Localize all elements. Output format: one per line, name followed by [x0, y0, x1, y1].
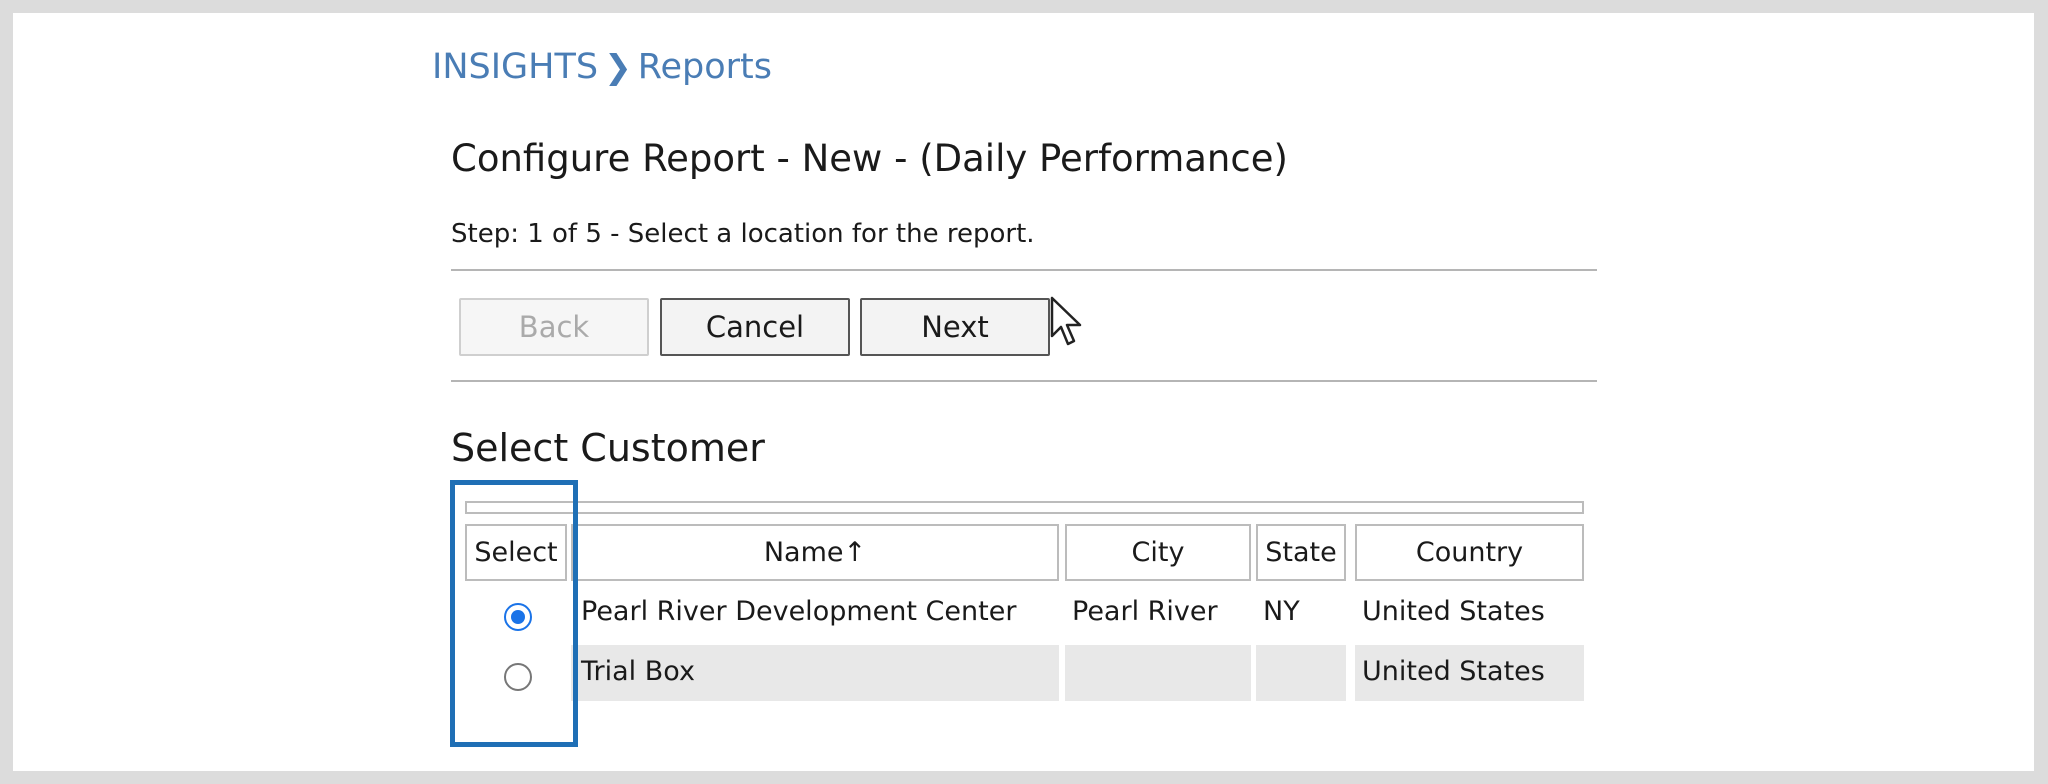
column-header-name[interactable]: Name↑: [571, 524, 1059, 581]
table-toolbar-strip: [465, 501, 1584, 514]
column-header-country[interactable]: Country: [1355, 524, 1584, 581]
divider-top: [451, 269, 1597, 271]
column-header-state[interactable]: State: [1256, 524, 1346, 581]
table-cell-country: United States: [1362, 596, 1545, 627]
table-cell-name: Trial Box: [581, 656, 695, 687]
back-button[interactable]: Back: [459, 298, 649, 356]
select-column-highlight: [450, 480, 578, 747]
chevron-right-icon: ❯: [604, 47, 632, 86]
table-row-cell-bg: [1065, 645, 1251, 701]
table-row-cell-bg: [1256, 645, 1346, 701]
column-header-city[interactable]: City: [1065, 524, 1251, 581]
step-indicator: Step: 1 of 5 - Select a location for the…: [451, 219, 1035, 249]
page-title: Configure Report - New - (Daily Performa…: [451, 137, 1288, 180]
section-title: Select Customer: [451, 426, 765, 470]
table-cell-name: Pearl River Development Center: [581, 596, 1017, 627]
breadcrumb: INSIGHTS ❯ Reports: [432, 47, 772, 87]
divider-bottom: [451, 380, 1597, 382]
breadcrumb-insights-link[interactable]: INSIGHTS: [432, 47, 598, 87]
mouse-cursor-icon: [1050, 296, 1082, 346]
cancel-button[interactable]: Cancel: [660, 298, 850, 356]
breadcrumb-reports-link[interactable]: Reports: [638, 47, 772, 87]
next-button[interactable]: Next: [860, 298, 1050, 356]
table-cell-city: Pearl River: [1072, 596, 1218, 627]
table-cell-state: NY: [1263, 596, 1300, 627]
table-cell-country: United States: [1362, 656, 1545, 687]
